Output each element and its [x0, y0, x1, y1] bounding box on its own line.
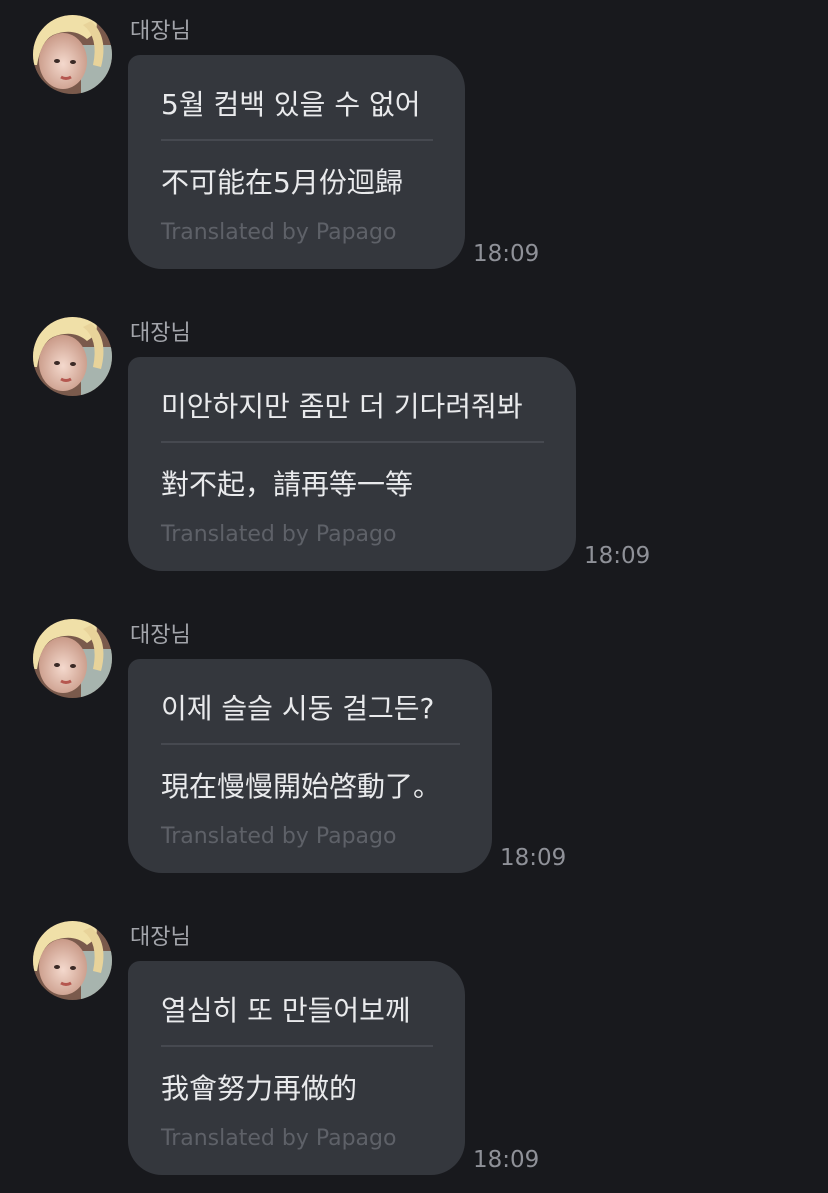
- chat-message: 대장님 5월 컴백 있을 수 없어 不可能在5月份迴歸 Translated b…: [0, 0, 828, 275]
- translation-divider: [161, 139, 433, 141]
- translated-text: 我會努力再做的: [161, 1072, 358, 1105]
- message-text: 5월 컴백 있을 수 없어: [161, 88, 421, 121]
- avatar[interactable]: [33, 619, 112, 698]
- translation-credit: Translated by Papago: [161, 522, 397, 547]
- message-time: 18:09: [584, 543, 651, 569]
- message-text: 미안하지만 좀만 더 기다려줘봐: [161, 390, 523, 423]
- avatar[interactable]: [33, 921, 112, 1000]
- message-bubble[interactable]: 미안하지만 좀만 더 기다려줘봐 對不起，請再等一等 Translated by…: [128, 357, 576, 571]
- chat-message: 대장님 미안하지만 좀만 더 기다려줘봐 對不起，請再等一等 Translate…: [0, 302, 828, 577]
- chat-message: 대장님 열심히 또 만들어보께 我會努力再做的 Translated by Pa…: [0, 906, 828, 1181]
- message-time: 18:09: [473, 1147, 540, 1173]
- message-text: 열심히 또 만들어보께: [161, 994, 411, 1027]
- avatar[interactable]: [33, 317, 112, 396]
- sender-name: 대장님: [130, 19, 191, 44]
- translated-text: 現在慢慢開始啓動了。: [161, 770, 442, 803]
- message-time: 18:09: [500, 845, 567, 871]
- translation-credit: Translated by Papago: [161, 1126, 397, 1151]
- sender-name: 대장님: [130, 623, 191, 648]
- sender-name: 대장님: [130, 321, 191, 346]
- message-bubble[interactable]: 5월 컴백 있을 수 없어 不可能在5月份迴歸 Translated by Pa…: [128, 55, 465, 269]
- message-bubble[interactable]: 열심히 또 만들어보께 我會努力再做的 Translated by Papago: [128, 961, 465, 1175]
- translated-text: 對不起，請再等一等: [161, 468, 414, 501]
- translation-credit: Translated by Papago: [161, 824, 397, 849]
- message-text: 이제 슬슬 시동 걸그든?: [161, 692, 435, 725]
- translation-divider: [161, 441, 544, 443]
- sender-name: 대장님: [130, 925, 191, 950]
- chat-message: 대장님 이제 슬슬 시동 걸그든? 現在慢慢開始啓動了。 Translated …: [0, 604, 828, 879]
- translation-divider: [161, 1045, 433, 1047]
- message-bubble[interactable]: 이제 슬슬 시동 걸그든? 現在慢慢開始啓動了。 Translated by P…: [128, 659, 492, 873]
- translated-text: 不可能在5月份迴歸: [161, 166, 403, 199]
- translation-divider: [161, 743, 460, 745]
- avatar[interactable]: [33, 15, 112, 94]
- translation-credit: Translated by Papago: [161, 220, 397, 245]
- message-time: 18:09: [473, 241, 540, 267]
